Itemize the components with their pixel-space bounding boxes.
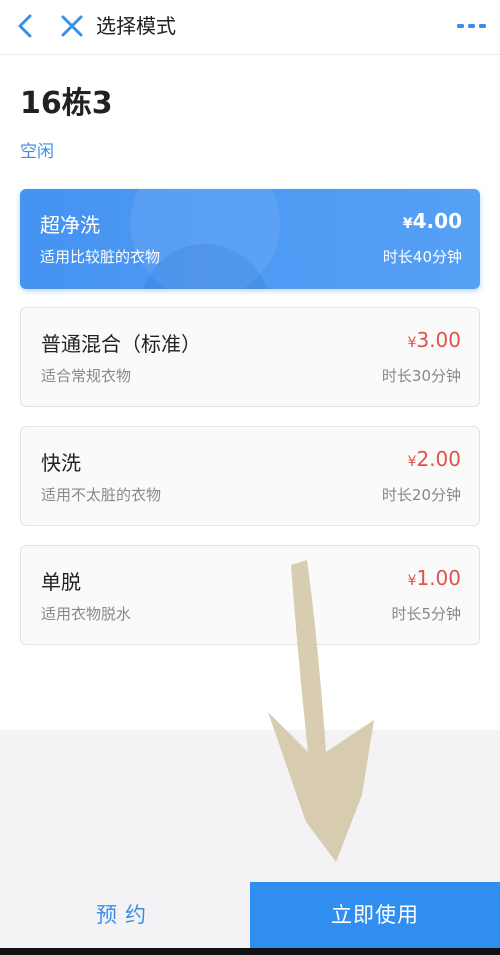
more-button[interactable] — [454, 10, 490, 42]
machine-name: 16栋3 — [20, 86, 113, 121]
system-nav-strip — [0, 948, 500, 955]
price-value: 1.00 — [416, 566, 461, 590]
top-nav-bar: 选择模式 — [0, 0, 500, 55]
mode-name: 超净洗 — [40, 213, 100, 237]
mode-name: 单脱 — [41, 570, 81, 594]
mode-card-standard[interactable]: 普通混合（标准） 适合常规衣物 ¥3.00 时长30分钟 — [20, 307, 480, 407]
close-button[interactable] — [56, 10, 88, 42]
back-button[interactable] — [10, 10, 42, 42]
mode-name: 快洗 — [41, 451, 81, 475]
bottom-action-bar: 预约 立即使用 — [0, 882, 500, 948]
mode-description: 适用比较脏的衣物 — [40, 248, 161, 266]
mode-duration: 时长40分钟 — [382, 248, 462, 266]
currency-symbol: ¥ — [402, 216, 413, 232]
mode-card-spin[interactable]: 单脱 适用衣物脱水 ¥1.00 时长5分钟 — [20, 545, 480, 645]
mode-description: 适用不太脏的衣物 — [41, 486, 162, 504]
page-title: 选择模式 — [96, 14, 176, 38]
lower-background — [0, 730, 500, 882]
mode-name: 普通混合（标准） — [41, 332, 201, 356]
mode-duration: 时长30分钟 — [381, 367, 461, 385]
mode-price: ¥2.00 — [408, 445, 461, 476]
mode-duration: 时长5分钟 — [391, 605, 461, 623]
mode-price: ¥3.00 — [408, 326, 461, 357]
mode-card-super-clean[interactable]: 超净洗 适用比较脏的衣物 ¥4.00 时长40分钟 — [20, 189, 480, 289]
price-value: 4.00 — [412, 209, 462, 233]
price-value: 2.00 — [416, 447, 461, 471]
mode-price: ¥4.00 — [403, 207, 462, 238]
use-now-button[interactable]: 立即使用 — [250, 882, 500, 948]
mode-duration: 时长20分钟 — [381, 486, 461, 504]
more-dots-icon — [457, 24, 486, 28]
reserve-button[interactable]: 预约 — [0, 882, 250, 948]
machine-status: 空闲 — [20, 142, 54, 162]
mode-card-quick[interactable]: 快洗 适用不太脏的衣物 ¥2.00 时长20分钟 — [20, 426, 480, 526]
chevron-left-icon — [18, 14, 32, 38]
price-value: 3.00 — [416, 328, 461, 352]
mode-description: 适用衣物脱水 — [41, 605, 132, 623]
close-icon — [61, 15, 83, 37]
mode-price: ¥1.00 — [408, 564, 461, 595]
mode-description: 适合常规衣物 — [41, 367, 132, 385]
